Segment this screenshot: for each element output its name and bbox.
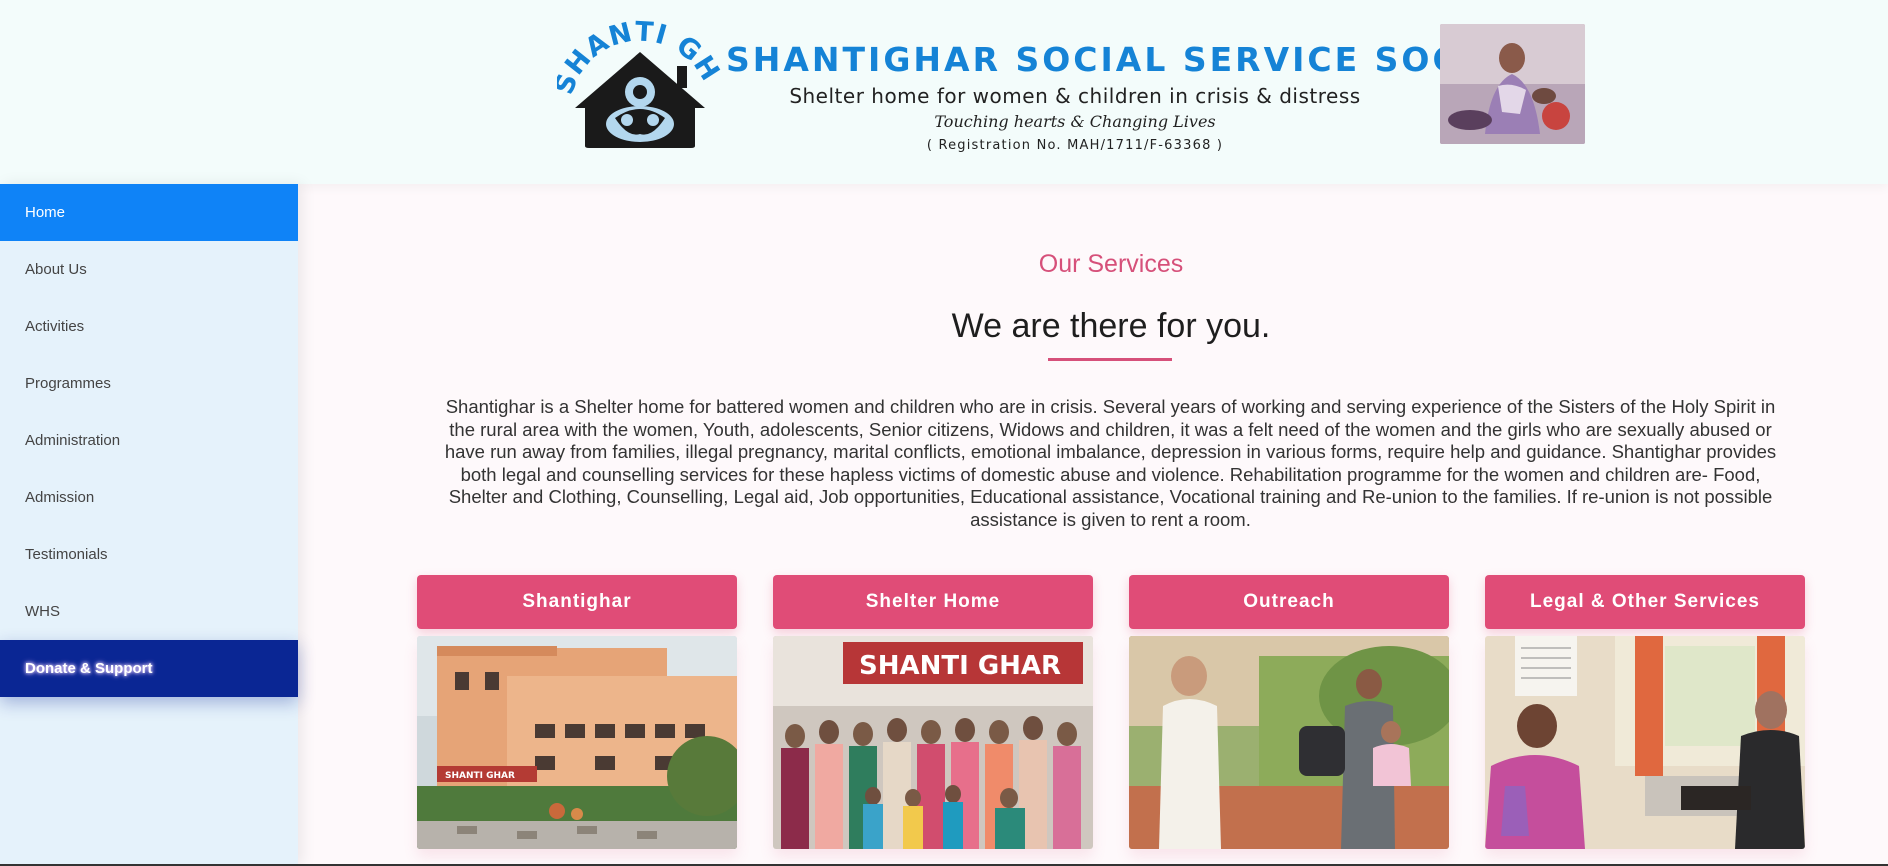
intro-paragraph: Shantighar is a Shelter home for battere… [444, 396, 1777, 530]
service-card-photo-building: SHANTI GHAR [417, 636, 737, 849]
service-card-outreach[interactable]: Outreach [1129, 575, 1449, 849]
nav-item-home[interactable]: Home [0, 184, 298, 241]
shantighar-logo[interactable]: SHANTI GHAR [557, 12, 723, 148]
nav-item-programmes[interactable]: Programmes [0, 355, 298, 412]
nav-item-admission[interactable]: Admission [0, 469, 298, 526]
service-card-title[interactable]: Legal & Other Services [1485, 575, 1805, 629]
nav-item-donate-support[interactable]: Donate & Support [0, 640, 298, 697]
service-card-shantighar[interactable]: Shantighar SHANTI GHAR [417, 575, 737, 849]
registration-number: ( Registration No. MAH/1711/F-63368 ) [926, 138, 1224, 153]
nav-item-whs[interactable]: WHS [0, 583, 298, 640]
nav-item-testimonials[interactable]: Testimonials [0, 526, 298, 583]
service-card-title[interactable]: Outreach [1129, 575, 1449, 629]
main-content: Our Services We are there for you. Shant… [298, 184, 1888, 866]
service-card-photo-outreach [1129, 636, 1449, 849]
service-card-title[interactable]: Shelter Home [773, 575, 1093, 629]
service-card-photo-counselling [1485, 636, 1805, 849]
header-photo-mother-child [1440, 24, 1585, 144]
nav-item-about-us[interactable]: About Us [0, 241, 298, 298]
building-sign-text: SHANTI GHAR [445, 771, 515, 781]
sidebar-nav: Home About Us Activities Programmes Admi… [0, 184, 298, 866]
section-title: We are there for you. [951, 307, 1271, 345]
site-header: SHANTI GHAR SHANTIGHAR SOCIAL SERVICE SO… [0, 0, 1888, 184]
service-card-title[interactable]: Shantighar [417, 575, 737, 629]
service-card-legal-other[interactable]: Legal & Other Services [1485, 575, 1805, 849]
service-card-shelter-home[interactable]: Shelter Home SHANTI GHAR [773, 575, 1093, 849]
title-underline-divider [1048, 358, 1172, 361]
organization-name: SHANTIGHAR SOCIAL SERVICE SOCIETY [726, 40, 1553, 79]
service-card-photo-group: SHANTI GHAR [773, 636, 1093, 849]
organization-motto: Touching hearts & Changing Lives [934, 112, 1216, 131]
section-eyebrow: Our Services [1038, 250, 1184, 278]
nav-item-administration[interactable]: Administration [0, 412, 298, 469]
nav-item-activities[interactable]: Activities [0, 298, 298, 355]
organization-tagline: Shelter home for women & children in cri… [789, 84, 1361, 108]
shelter-sign-text: SHANTI GHAR [859, 651, 1061, 681]
